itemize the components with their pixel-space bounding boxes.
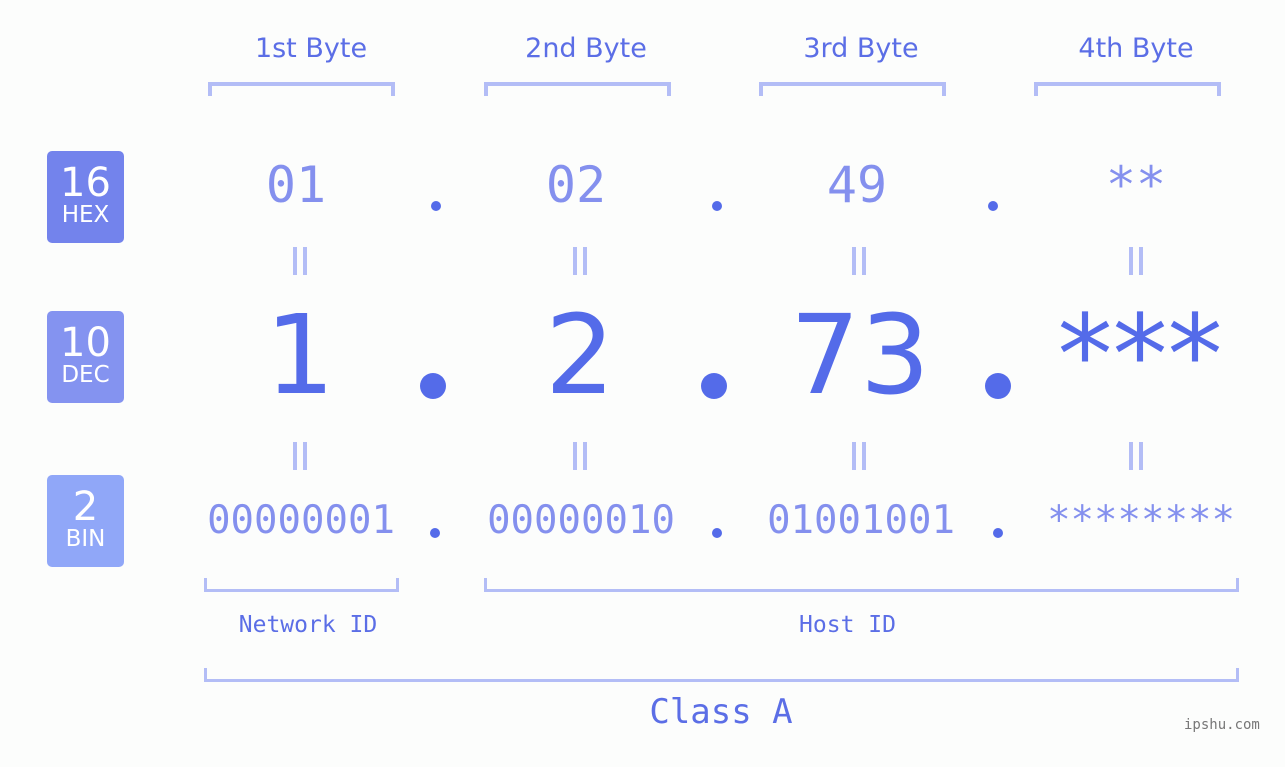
hex-value-3: 49 — [826, 156, 888, 214]
equals-icon — [292, 247, 308, 275]
dec-value-4: *** — [1057, 291, 1223, 419]
hex-value-2: 02 — [545, 156, 607, 214]
bin-value-4: ******** — [1047, 498, 1235, 543]
equals-icon — [851, 247, 867, 275]
bin-value-3: 01001001 — [767, 498, 955, 543]
bin-separator-dot-1 — [430, 528, 440, 538]
hex-separator-dot-1 — [431, 201, 441, 211]
network-id-bracket — [204, 578, 399, 592]
byte-bracket-3 — [759, 82, 946, 96]
host-id-label: Host ID — [799, 612, 896, 638]
watermark: ipshu.com — [1184, 717, 1260, 733]
equals-icon — [572, 442, 588, 470]
hex-badge-number: 16 — [60, 160, 111, 206]
bin-separator-dot-2 — [712, 528, 722, 538]
equals-icon — [572, 247, 588, 275]
byte-header-3: 3rd Byte — [803, 33, 919, 64]
byte-bracket-1 — [208, 82, 395, 96]
dec-value-3: 73 — [790, 291, 930, 419]
byte-bracket-2 — [484, 82, 671, 96]
bin-badge-number: 2 — [72, 484, 99, 530]
bin-value-1: 00000001 — [207, 498, 395, 543]
equals-icon — [851, 442, 867, 470]
dec-badge-number: 10 — [60, 320, 111, 366]
dec-value-1: 1 — [265, 291, 335, 419]
hex-badge: 16 HEX — [47, 151, 124, 243]
hex-value-4: ** — [1105, 156, 1167, 214]
equals-icon — [1128, 442, 1144, 470]
byte-header-2: 2nd Byte — [525, 33, 647, 64]
dec-badge-label: DEC — [61, 362, 110, 388]
hex-value-1: 01 — [265, 156, 327, 214]
dec-separator-dot-1 — [420, 373, 446, 399]
class-bracket — [204, 668, 1239, 682]
dec-value-2: 2 — [545, 291, 615, 419]
dec-badge: 10 DEC — [47, 311, 124, 403]
equals-icon — [1128, 247, 1144, 275]
bin-badge: 2 BIN — [47, 475, 124, 567]
hex-badge-label: HEX — [61, 202, 110, 228]
dec-separator-dot-3 — [985, 373, 1011, 399]
byte-header-1: 1st Byte — [254, 33, 368, 64]
hex-separator-dot-2 — [712, 201, 722, 211]
hex-separator-dot-3 — [988, 201, 998, 211]
byte-header-4: 4th Byte — [1078, 33, 1194, 64]
bin-separator-dot-3 — [993, 528, 1003, 538]
class-label: Class A — [649, 692, 793, 732]
network-id-label: Network ID — [238, 612, 378, 638]
bin-badge-label: BIN — [65, 526, 106, 552]
dec-separator-dot-2 — [701, 373, 727, 399]
equals-icon — [292, 442, 308, 470]
bin-value-2: 00000010 — [487, 498, 675, 543]
byte-bracket-4 — [1034, 82, 1221, 96]
host-id-bracket — [484, 578, 1239, 592]
